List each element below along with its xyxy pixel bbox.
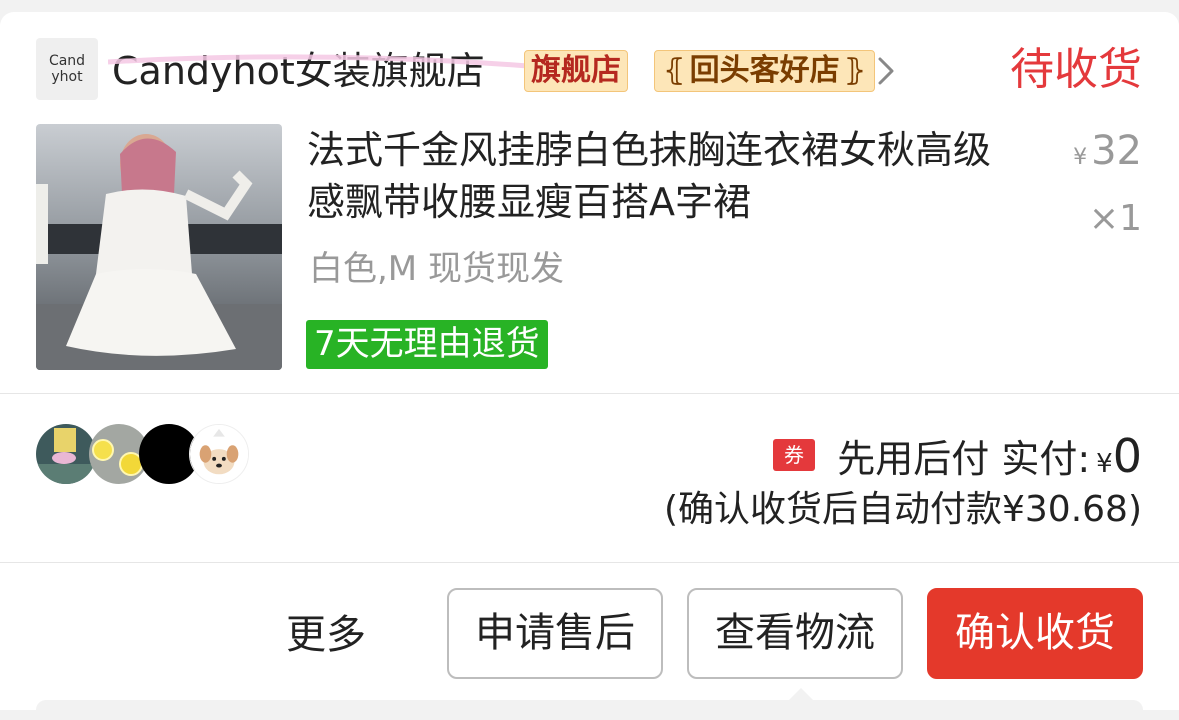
- shop-logo-text-1: Cand: [48, 53, 86, 69]
- avatar-image: [36, 424, 96, 484]
- repeat-customer-tag-label: 回头客好店: [689, 53, 840, 88]
- tooltip-pointer: [789, 688, 813, 700]
- view-logistics-button[interactable]: 查看物流: [687, 588, 903, 679]
- actual-payment: 先用后付 实付: ¥0: [837, 428, 1142, 492]
- price-currency: ¥: [1073, 145, 1088, 170]
- auto-payment-note: (确认收货后自动付款¥30.68): [663, 489, 1142, 530]
- avatar[interactable]: [36, 424, 96, 484]
- product-price: ¥32: [1073, 124, 1142, 185]
- chevron-right-icon[interactable]: [872, 54, 900, 88]
- order-status: 待收货: [1010, 44, 1142, 95]
- divider: [0, 393, 1179, 394]
- return-policy-badge: 7天无理由退货: [306, 320, 548, 369]
- pay-label: 先用后付 实付:: [837, 437, 1091, 481]
- product-spec: 白色,M 现货现发: [309, 249, 564, 289]
- logistics-preview-strip: [36, 700, 1143, 720]
- coupon-badge: 券: [773, 439, 815, 471]
- after-sale-button[interactable]: 申请售后: [447, 588, 663, 679]
- tag-ornament-right-icon: ⦄: [843, 53, 867, 88]
- more-button[interactable]: 更多: [286, 608, 366, 662]
- pay-currency: ¥: [1096, 449, 1113, 479]
- product-quantity: ×1: [1088, 198, 1142, 239]
- price-value: 32: [1091, 128, 1142, 174]
- shop-name[interactable]: Candyhot女装旗舰店: [112, 46, 485, 96]
- flagship-tag: 旗舰店: [524, 50, 628, 92]
- avatar[interactable]: [189, 424, 249, 484]
- product-image[interactable]: [36, 124, 282, 370]
- product-title[interactable]: 法式千金风挂脖白色抹胸连衣裙女秋高级感飘带收腰显瘦百搭A字裙: [307, 124, 1027, 228]
- repeat-customer-tag: ⦃ 回头客好店 ⦄: [654, 50, 876, 92]
- confirm-receipt-button[interactable]: 确认收货: [927, 588, 1143, 679]
- shop-logo-text-2: yhot: [51, 69, 83, 85]
- shop-logo[interactable]: Cand yhot: [36, 38, 98, 100]
- tag-ornament-left-icon: ⦃: [663, 53, 686, 88]
- avatar-image: [190, 425, 248, 483]
- product-photo: [36, 124, 282, 370]
- pay-amount: 0: [1112, 429, 1142, 483]
- divider: [0, 562, 1179, 563]
